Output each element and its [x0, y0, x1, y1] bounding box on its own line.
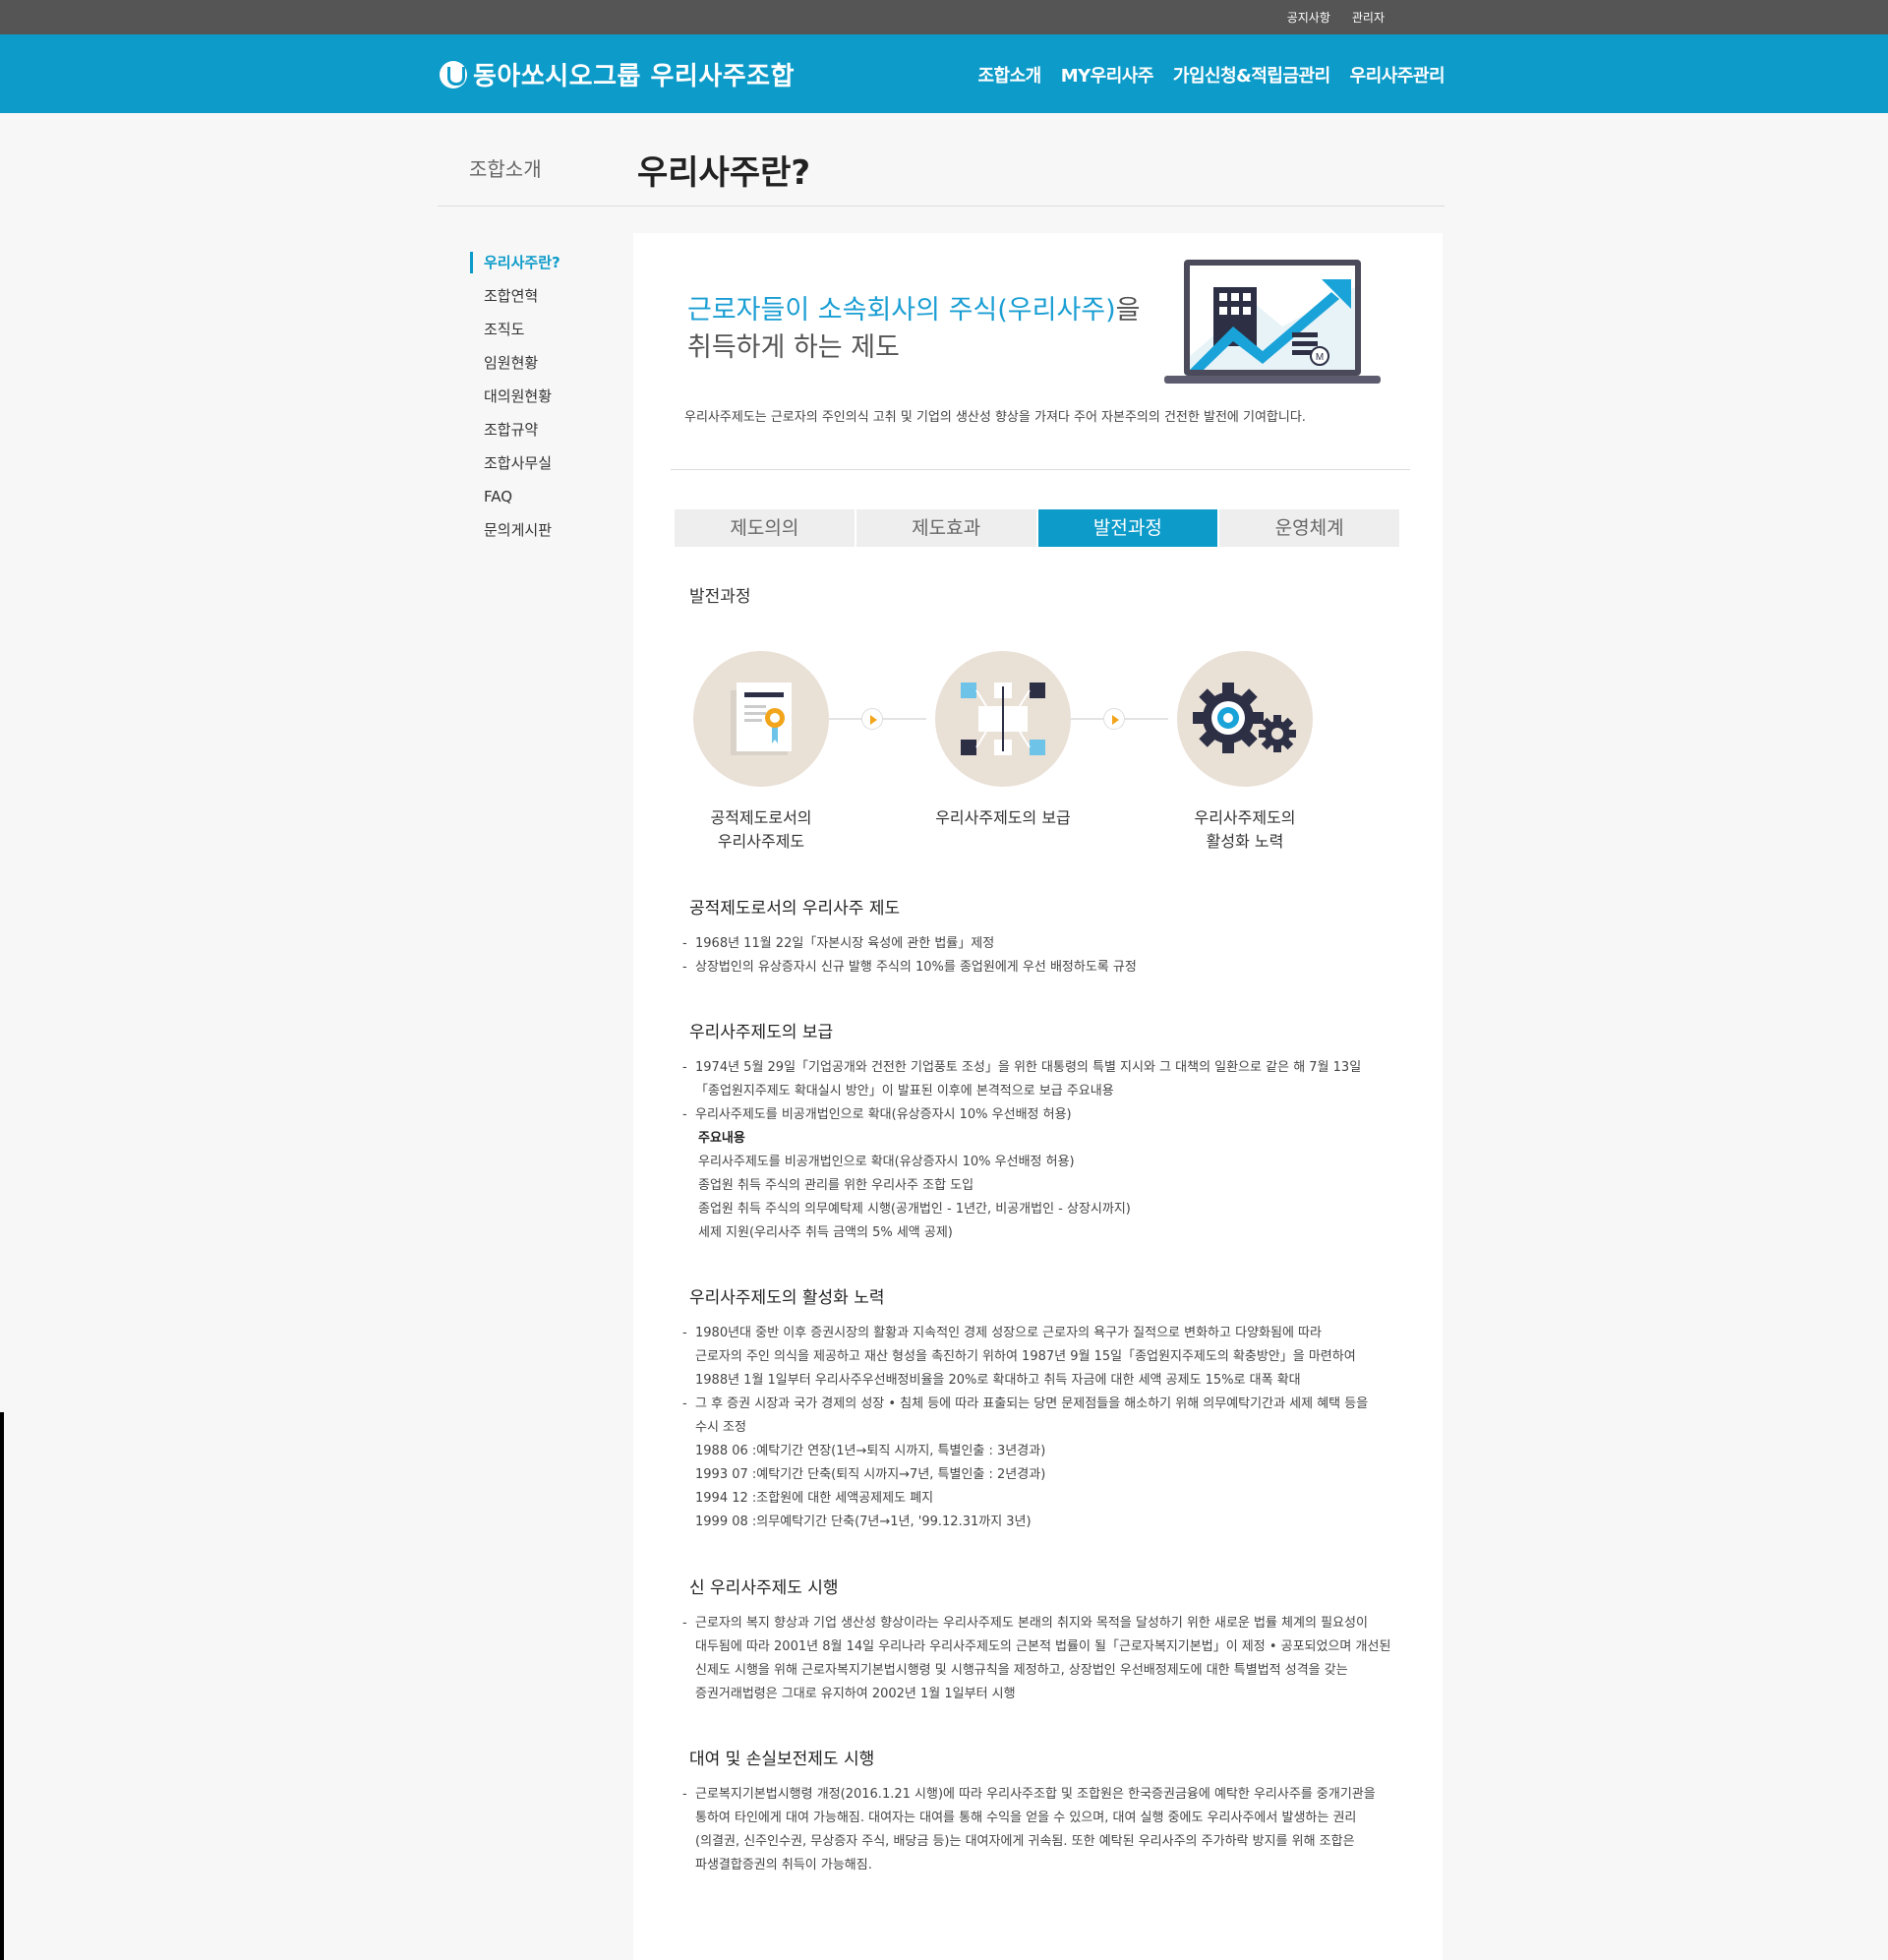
list-item: 1968년 11월 22일「자본시장 육성에 관한 법률」제정: [682, 932, 1410, 956]
list-item: 1974년 5월 29일「기업공개와 건전한 기업풍토 조성」을 위한 대통령의…: [682, 1056, 1410, 1080]
process-step: 우리사주제도의 활성화 노력: [1176, 651, 1314, 854]
list-item: 세제 지원(우리사주 취득 금액의 5% 세액 공제): [698, 1225, 953, 1240]
list-item: 그 후 증권 시장과 국가 경제의 성장 • 침체 등에 따라 표출되는 당면 …: [682, 1393, 1410, 1416]
utility-links: 공지사항 관리자: [1287, 0, 1385, 34]
list-item: 근로자의 복지 향상과 기업 생산성 향상이라는 우리사주제도 본래의 취지와 …: [682, 1612, 1410, 1635]
top-utility-bar: 공지사항 관리자: [0, 0, 1888, 34]
logo-text: 동아쏘시오그룹 우리사주조합: [473, 62, 796, 91]
section-list: 1974년 5월 29일「기업공개와 건전한 기업풍토 조성」을 위한 대통령의…: [682, 1056, 1410, 1245]
section-list: 근로복지기본법시행령 개정(2016.1.21 시행)에 따라 우리사주조합 및…: [682, 1783, 1410, 1877]
admin-link[interactable]: 관리자: [1352, 9, 1385, 26]
intro-description: 우리사주제도는 근로자의 주인의식 고취 및 기업의 생산성 향상을 가져다 주…: [684, 410, 1306, 425]
section-list: 1980년대 중반 이후 증권시장의 활황과 지속적인 경제 성장으로 근로자의…: [682, 1322, 1410, 1534]
section-label: 조합소개: [469, 157, 542, 181]
tab-operation[interactable]: 운영체계: [1219, 509, 1399, 547]
list-item: 통하여 타인에게 대여 가능해짐. 대여자는 대여를 통해 수익을 얻을 수 있…: [695, 1811, 1357, 1825]
list-item: 1999 08 :의무예탁기간 단축(7년→1년, '99.12.31까지 3년…: [695, 1515, 1032, 1529]
nav-item-intro[interactable]: 조합소개: [977, 62, 1041, 88]
list-item: 1988 06 :예탁기간 연장(1년→퇴직 시까지, 특별인출 : 3년경과): [695, 1444, 1046, 1458]
site-logo[interactable]: 동아쏘시오그룹 우리사주조합: [440, 56, 795, 92]
page-edge-bar: [0, 1412, 4, 1960]
content-tabs: 제도의의 제도효과 발전과정 운영체계: [675, 509, 1399, 547]
process-step-label: 공적제도로서의 우리사주제도: [710, 808, 812, 851]
main-navigation: 조합소개 MY우리사주 가입신청&적립금관리 우리사주관리: [977, 62, 1445, 88]
notice-link[interactable]: 공지사항: [1287, 9, 1330, 26]
section-title: 우리사주제도의 활성화 노력: [689, 1288, 885, 1308]
list-item: 주요내용: [698, 1131, 745, 1146]
network-icon: [935, 651, 1071, 787]
content-section-2: 우리사주제도의 활성화 노력 1980년대 중반 이후 증권시장의 활황과 지속…: [682, 1283, 1410, 1534]
arrow-right-icon: [1103, 708, 1125, 730]
arrow-right-icon: [861, 708, 883, 730]
section-divider: [671, 469, 1410, 470]
list-item: 수시 조정: [695, 1420, 746, 1435]
sidebar-item-inquiry[interactable]: 문의게시판: [470, 513, 618, 547]
process-step-label: 우리사주제도의 활성화 노력: [1194, 808, 1296, 851]
sidebar-item-bylaws[interactable]: 조합규약: [470, 413, 618, 446]
list-item: 대두됨에 따라 2001년 8월 14일 우리나라 우리사주제도의 근본적 법률…: [695, 1639, 1391, 1654]
process-diagram: 공적제도로서의 우리사주제도 우리사주제도의 보급 우리사주제도의 활성화 노력: [692, 651, 1322, 858]
intro-heading-highlight: 근로자들이 소속회사의 주식(우리사주): [687, 295, 1116, 326]
tab-development[interactable]: 발전과정: [1037, 509, 1218, 547]
nav-item-manage[interactable]: 우리사주관리: [1350, 62, 1446, 88]
sidebar-item-faq[interactable]: FAQ: [470, 480, 618, 513]
content-section-0: 공적제도로서의 우리사주 제도 1968년 11월 22일「자본시장 육성에 관…: [682, 894, 1410, 980]
list-item: 1993 07 :예탁기간 단축(퇴직 시까지→7년, 특별인출 : 2년경과): [695, 1467, 1046, 1482]
sidebar-menu: 우리사주란? 조합연혁 조직도 임원현황 대의원현황 조합규약 조합사무실 FA…: [470, 246, 618, 547]
process-heading: 발전과정: [689, 587, 751, 607]
nav-item-join[interactable]: 가입신청&적립금관리: [1173, 62, 1330, 88]
main-content: 근로자들이 소속회사의 주식(우리사주)을 취득하게 하는 제도 M 우리사주제…: [633, 233, 1443, 1960]
sidebar-item-delegates[interactable]: 대의원현황: [470, 380, 618, 413]
list-item: 근로복지기본법시행령 개정(2016.1.21 시행)에 따라 우리사주조합 및…: [682, 1783, 1410, 1807]
sidebar-item-what-is[interactable]: 우리사주란?: [470, 252, 618, 273]
page-header: 조합소개 우리사주란?: [438, 128, 1445, 207]
process-step: 우리사주제도의 보급: [934, 651, 1072, 830]
list-item: 1980년대 중반 이후 증권시장의 활황과 지속적인 경제 성장으로 근로자의…: [682, 1322, 1410, 1345]
process-step: 공적제도로서의 우리사주제도: [692, 651, 830, 854]
content-section-3: 신 우리사주제도 시행 근로자의 복지 향상과 기업 생산성 향상이라는 우리사…: [682, 1574, 1410, 1706]
list-item: 근로자의 주인 의식을 제공하고 재산 형성을 촉진하기 위하여 1987년 9…: [695, 1349, 1356, 1364]
list-item: 1988년 1월 1일부터 우리사주우선배정비율을 20%로 확대하고 취득 자…: [695, 1373, 1301, 1388]
list-item: 신제도 시행을 위해 근로자복지기본법시행령 및 시행규칙을 제정하고, 상장법…: [695, 1663, 1348, 1678]
logo-icon: [440, 60, 467, 89]
list-item: (의결권, 신주인수권, 무상증자 주식, 배당금 등)는 대여자에게 귀속됨.…: [695, 1834, 1355, 1849]
process-step-label: 우리사주제도의 보급: [935, 808, 1071, 827]
section-title: 대여 및 손실보전제도 시행: [689, 1750, 875, 1769]
sidebar-item-history[interactable]: 조합연혁: [470, 279, 618, 313]
list-item: 종업원 취득 주식의 의무예탁제 시행(공개법인 - 1년간, 비공개법인 - …: [698, 1202, 1131, 1217]
page-title: 우리사주란?: [637, 153, 811, 193]
section-title: 신 우리사주제도 시행: [689, 1578, 839, 1598]
section-list: 근로자의 복지 향상과 기업 생산성 향상이라는 우리사주제도 본래의 취지와 …: [682, 1612, 1410, 1706]
sidebar-item-executives[interactable]: 임원현황: [470, 346, 618, 380]
section-list: 1968년 11월 22일「자본시장 육성에 관한 법률」제정 상장법인의 유상…: [682, 932, 1410, 980]
sidebar-item-office[interactable]: 조합사무실: [470, 446, 618, 480]
tab-significance[interactable]: 제도의의: [675, 509, 855, 547]
list-item: 상장법인의 유상증자시 신규 발행 주식의 10%를 종업원에게 우선 배정하도…: [682, 956, 1410, 980]
list-item: 파생결합증권의 취득이 가능해짐.: [695, 1858, 872, 1872]
section-title: 우리사주제도의 보급: [689, 1023, 834, 1042]
svg-text:M: M: [1316, 352, 1324, 363]
intro-heading-line2: 취득하게 하는 제도: [687, 332, 900, 363]
nav-item-my-stock[interactable]: MY우리사주: [1061, 62, 1154, 88]
sidebar-item-org-chart[interactable]: 조직도: [470, 313, 618, 346]
list-item: 우리사주제도를 비공개법인으로 확대(유상증자시 10% 우선배정 허용): [682, 1103, 1410, 1127]
intro-heading: 근로자들이 소속회사의 주식(우리사주)을 취득하게 하는 제도: [687, 292, 1141, 367]
list-item: 종업원 취득 주식의 관리를 위한 우리사주 조합 도입: [698, 1178, 974, 1193]
content-section-1: 우리사주제도의 보급 1974년 5월 29일「기업공개와 건전한 기업풍토 조…: [682, 1018, 1410, 1245]
content-section-4: 대여 및 손실보전제도 시행 근로복지기본법시행령 개정(2016.1.21 시…: [682, 1745, 1410, 1877]
laptop-chart-illustration: M: [1164, 260, 1381, 384]
tab-effects[interactable]: 제도효과: [856, 509, 1036, 547]
list-item: 1994 12 :조합원에 대한 세액공제제도 폐지: [695, 1491, 934, 1506]
list-item: 증권거래법령은 그대로 유지하여 2002년 1월 1일부터 시행: [695, 1687, 1016, 1701]
gears-icon: [1177, 651, 1313, 787]
intro-heading-suffix: 을: [1115, 295, 1141, 326]
section-title: 공적제도로서의 우리사주 제도: [689, 899, 901, 919]
site-header: 동아쏘시오그룹 우리사주조합 조합소개 MY우리사주 가입신청&적립금관리 우리…: [0, 34, 1888, 113]
certificate-icon: [693, 651, 829, 787]
list-item: 우리사주제도를 비공개법인으로 확대(유상증자시 10% 우선배정 허용): [698, 1155, 1075, 1169]
list-item: 「종업원지주제도 확대실시 방안」이 발표된 이후에 본격적으로 보급 주요내용: [695, 1084, 1114, 1099]
